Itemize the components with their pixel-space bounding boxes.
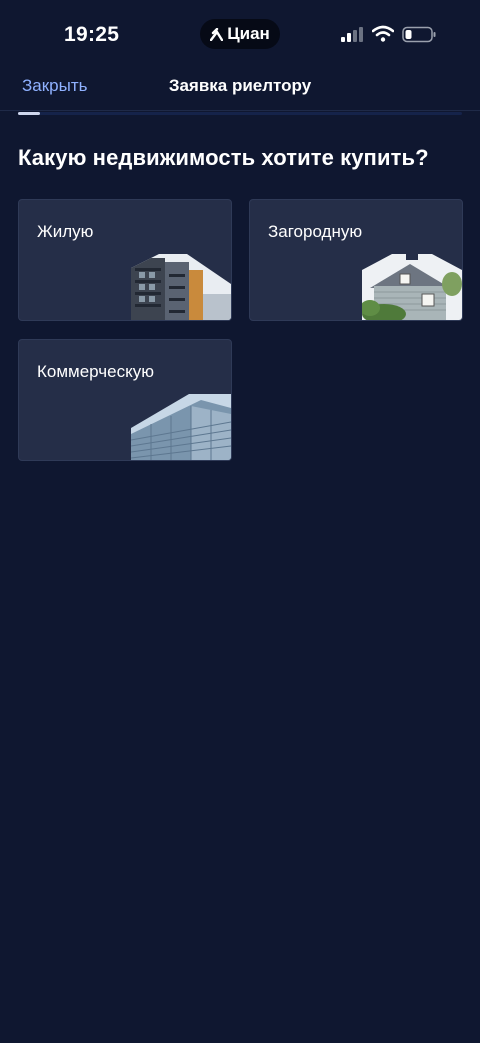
wifi-icon — [372, 25, 394, 42]
office-building-image — [131, 394, 231, 460]
brand-name: Циан — [227, 24, 270, 43]
battery-icon — [402, 26, 436, 43]
option-label: Жилую — [37, 222, 94, 241]
question-heading: Какую недвижимость хотите купить? — [18, 145, 429, 170]
screen: 19:25 Циан Закрыть Заявка риелтору Какую… — [0, 0, 480, 1043]
cian-logo-icon — [210, 27, 224, 41]
option-label: Загородную — [268, 222, 363, 241]
nav-bar: Закрыть Заявка риелтору — [0, 70, 480, 111]
signal-icon — [341, 27, 363, 42]
option-card-country[interactable]: Загородную — [249, 199, 463, 321]
progress-bar-fill — [18, 112, 41, 115]
status-bar: 19:25 Циан — [0, 0, 480, 70]
option-card-residential[interactable]: Жилую — [18, 199, 232, 321]
brand-pill: Циан — [200, 19, 280, 49]
status-time: 19:25 — [64, 23, 120, 46]
progress-bar — [18, 112, 462, 115]
apartment-building-image — [131, 254, 231, 320]
country-house-image — [362, 254, 462, 320]
page-title: Заявка риелтору — [168, 76, 312, 95]
option-card-commercial[interactable]: Коммерческую — [18, 339, 232, 461]
option-label: Коммерческую — [37, 362, 154, 381]
